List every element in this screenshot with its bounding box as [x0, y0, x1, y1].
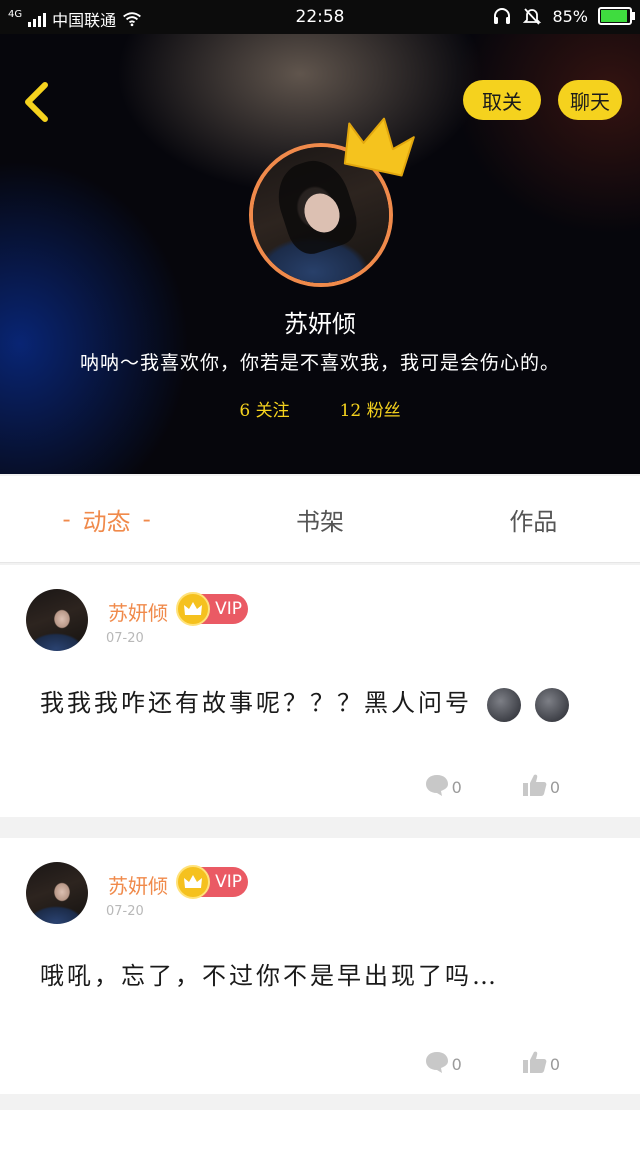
tab-bookshelf[interactable]: 书架	[213, 476, 426, 562]
battery-icon	[598, 7, 635, 25]
vip-badge: VIP	[176, 865, 248, 899]
thumbs-up-icon	[522, 774, 547, 796]
like-count: 0	[549, 1055, 560, 1074]
comment-button[interactable]: 0	[424, 1050, 462, 1074]
vip-label: VIP	[215, 872, 242, 892]
like-button[interactable]: 0	[522, 773, 560, 797]
post-date: 07-20	[106, 631, 144, 646]
post-date: 07-20	[106, 904, 144, 919]
tab-label: 动态	[82, 507, 131, 536]
moon-emoji-icon	[535, 687, 570, 722]
comment-button[interactable]: 0	[424, 773, 462, 797]
post-card[interactable]	[0, 1110, 640, 1150]
comment-icon	[425, 775, 448, 796]
tab-feed[interactable]: - 动态 -	[0, 476, 213, 562]
profile-tabs: - 动态 - 书架 作品	[0, 476, 640, 563]
post-card[interactable]: 苏妍倾 VIP 07-20 哦吼，忘了，不过你不是早出现了吗… 0 0	[0, 838, 640, 1094]
crown-icon	[343, 117, 415, 177]
mute-bell-icon	[523, 8, 542, 25]
crown-coin-icon	[176, 592, 210, 626]
profile-bio: 呐呐～我喜欢你，你若是不喜欢我，我可是会伤心的。	[79, 352, 560, 374]
comment-count: 0	[451, 778, 462, 797]
tab-dash-left: -	[62, 505, 71, 533]
tab-label: 书架	[295, 507, 344, 536]
post-text-content: 哦吼，忘了，不过你不是早出现了吗…	[40, 962, 499, 990]
followers-count[interactable]: 12 粉丝	[340, 396, 401, 421]
thumbs-up-icon	[522, 1051, 547, 1073]
post-card[interactable]: 苏妍倾 VIP 07-20 我我我咋还有故事呢？？？黑人问号 0 0	[0, 565, 640, 817]
tab-dash-right: -	[142, 505, 151, 533]
comment-count: 0	[451, 1055, 462, 1074]
post-text-content: 我我我咋还有故事呢？？？黑人问号	[40, 689, 472, 717]
profile-stats: 6 关注 12 粉丝	[0, 396, 640, 421]
following-count[interactable]: 6 关注	[239, 396, 289, 421]
post-actions: 0 0	[424, 773, 560, 797]
comment-icon	[425, 1052, 448, 1073]
post-actions: 0 0	[424, 1050, 560, 1074]
post-text: 我我我咋还有故事呢？？？黑人问号	[40, 683, 620, 722]
post-avatar[interactable]	[26, 862, 88, 924]
like-button[interactable]: 0	[522, 1050, 560, 1074]
status-bar: 4G 中国联通 22:58 85%	[0, 0, 640, 34]
vip-label: VIP	[215, 599, 242, 619]
profile-header: 取关 聊天 苏妍倾 呐呐～我喜欢你，你若是不喜欢我，我可是会伤心的。 6 关注 …	[0, 34, 640, 474]
like-count: 0	[549, 778, 560, 797]
chevron-left-icon	[25, 82, 48, 122]
headphones-icon	[494, 8, 511, 24]
moon-emoji-icon	[486, 687, 521, 722]
unfollow-button[interactable]: 取关	[463, 80, 541, 120]
battery-percent: 85%	[552, 6, 588, 26]
profile-username: 苏妍倾	[284, 310, 356, 338]
tab-label: 作品	[509, 507, 558, 536]
post-text: 哦吼，忘了，不过你不是早出现了吗…	[40, 956, 620, 991]
chat-button[interactable]: 聊天	[558, 80, 622, 120]
vip-badge: VIP	[176, 592, 248, 626]
post-avatar[interactable]	[26, 589, 88, 651]
post-author[interactable]: 苏妍倾	[108, 870, 168, 899]
tab-works[interactable]: 作品	[427, 476, 640, 562]
crown-coin-icon	[176, 865, 210, 899]
back-button[interactable]	[14, 78, 58, 126]
post-author[interactable]: 苏妍倾	[108, 597, 168, 626]
